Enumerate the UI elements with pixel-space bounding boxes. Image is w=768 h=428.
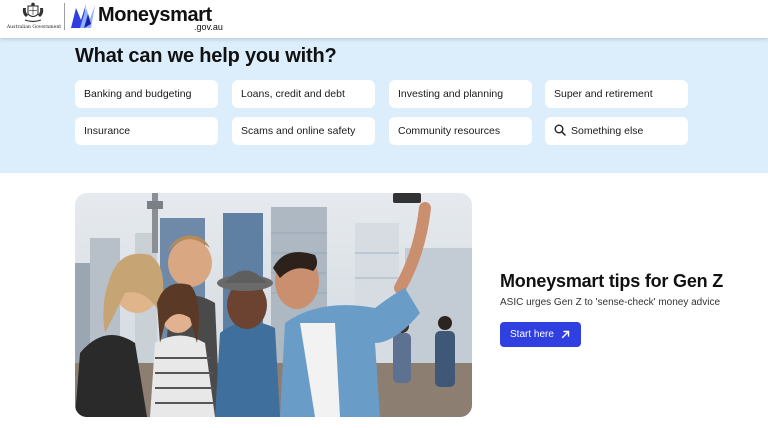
feature-title: Moneysmart tips for Gen Z — [500, 271, 724, 291]
chip-banking-budgeting[interactable]: Banking and budgeting — [75, 80, 218, 108]
header-divider — [64, 3, 65, 30]
coat-of-arms-icon — [22, 2, 44, 23]
moneysmart-logo[interactable]: Moneysmart .gov.au — [70, 2, 230, 34]
chip-something-else[interactable]: Something else — [545, 117, 688, 145]
chip-label: Loans, credit and debt — [241, 88, 345, 100]
chip-super-retirement[interactable]: Super and retirement — [545, 80, 688, 108]
friends-selfie-photo — [75, 193, 472, 417]
chip-investing-planning[interactable]: Investing and planning — [389, 80, 532, 108]
chip-label: Banking and budgeting — [84, 88, 192, 100]
chip-label: Something else — [571, 125, 644, 137]
chip-label: Investing and planning — [398, 88, 504, 100]
moneysmart-logo-icon — [71, 4, 95, 28]
search-icon — [554, 124, 566, 136]
start-here-label: Start here — [510, 329, 554, 340]
gov-label: Australian Government — [6, 25, 62, 30]
chip-community-resources[interactable]: Community resources — [389, 117, 532, 145]
chip-scams-online-safety[interactable]: Scams and online safety — [232, 117, 375, 145]
chip-loans-credit-debt[interactable]: Loans, credit and debt — [232, 80, 375, 108]
feature-subtitle: ASIC urges Gen Z to 'sense-check' money … — [500, 297, 721, 308]
chip-insurance[interactable]: Insurance — [75, 117, 218, 145]
chip-label: Community resources — [398, 125, 501, 137]
site-header: Australian Government Moneysmart .gov.au — [0, 0, 768, 38]
chip-label: Super and retirement — [554, 88, 653, 100]
help-section: What can we help you with? Banking and b… — [0, 38, 768, 173]
brand-domain: .gov.au — [194, 22, 223, 32]
help-title: What can we help you with? — [75, 45, 337, 67]
chip-label: Scams and online safety — [241, 125, 356, 137]
arrow-up-right-icon — [561, 330, 570, 339]
start-here-button[interactable]: Start here — [500, 322, 581, 347]
chip-label: Insurance — [84, 125, 131, 137]
australian-government-logo[interactable]: Australian Government — [6, 2, 62, 36]
feature-image — [75, 193, 472, 417]
